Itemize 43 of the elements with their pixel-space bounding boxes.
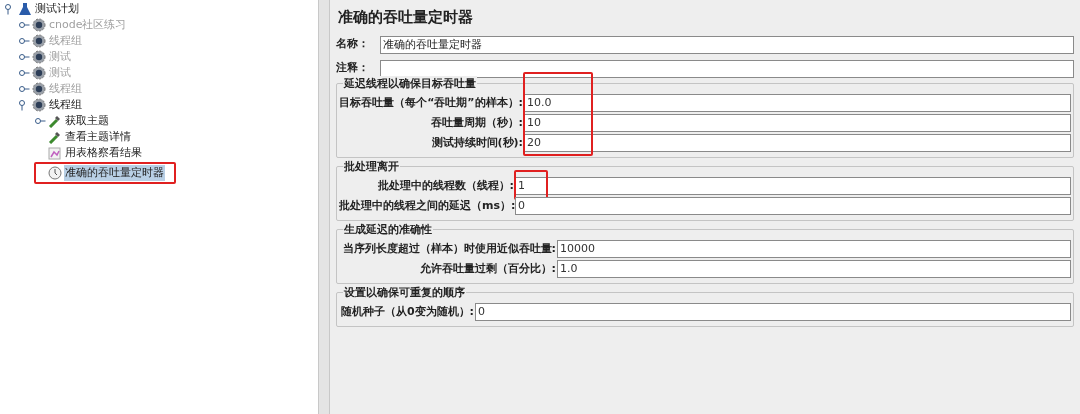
value-field[interactable]: 10.0 [524,94,1071,112]
pipette-icon [48,114,62,128]
value-field[interactable]: 1.0 [557,260,1071,278]
field-label: 目标吞吐量（每个“吞吐期”的样本）: [339,94,524,111]
clock-icon [48,166,62,180]
value-field[interactable]: 1 [515,177,1071,195]
gear-icon [32,66,46,80]
tree-item[interactable]: 获取主题 [64,112,110,130]
gear-icon [32,82,46,96]
group-title: 生成延迟的准确性 [343,221,433,238]
value-field[interactable]: 10 [524,114,1071,132]
gear-icon [32,34,46,48]
field-label: 批处理中的线程之间的延迟（ms）: [339,197,515,214]
name-field[interactable]: 准确的吞吐量定时器 [380,35,1074,54]
field-label: 吞吐量周期（秒）: [429,114,524,131]
field-label: 名称： [336,36,370,53]
value-field[interactable]: 0 [475,303,1071,321]
value-field[interactable]: 10000 [557,240,1071,258]
group-title: 批处理离开 [343,158,400,175]
field-label: 测试持续时间(秒): [430,134,524,151]
tree-item[interactable]: 线程组 [48,96,83,114]
pipette-icon [48,130,62,144]
value-field[interactable]: 20 [524,134,1071,152]
field-label: 允许吞吐量过剩（百分比）: [418,260,557,277]
tree-item[interactable]: 准确的吞吐量定时器 [64,164,165,182]
value-field[interactable]: 0 [515,197,1071,215]
gear-icon [32,98,46,112]
tree-item[interactable]: 查看主题详情 [64,128,132,146]
field-label: 当序列长度超过（样本）时使用近似吞吐量: [341,240,557,257]
group-title: 设置以确保可重复的顺序 [343,284,466,301]
gear-icon [32,18,46,32]
tree-item[interactable]: 测试计划 [34,0,80,18]
tree-toggle-icon[interactable] [34,115,46,127]
field-label: 批处理中的线程数（线程）: [376,177,515,194]
gear-icon [32,50,46,64]
panel-title: 准确的吞吐量定时器 [338,7,474,28]
group-title: 延迟线程以确保目标吞吐量 [343,75,477,92]
chart-icon [48,146,62,160]
flask-icon [18,2,32,16]
tree-item[interactable]: 用表格察看结果 [64,144,143,162]
field-label: 随机种子（从0变为随机）: [339,303,475,320]
comment-field[interactable] [380,59,1074,78]
field-label: 注释： [336,60,370,77]
